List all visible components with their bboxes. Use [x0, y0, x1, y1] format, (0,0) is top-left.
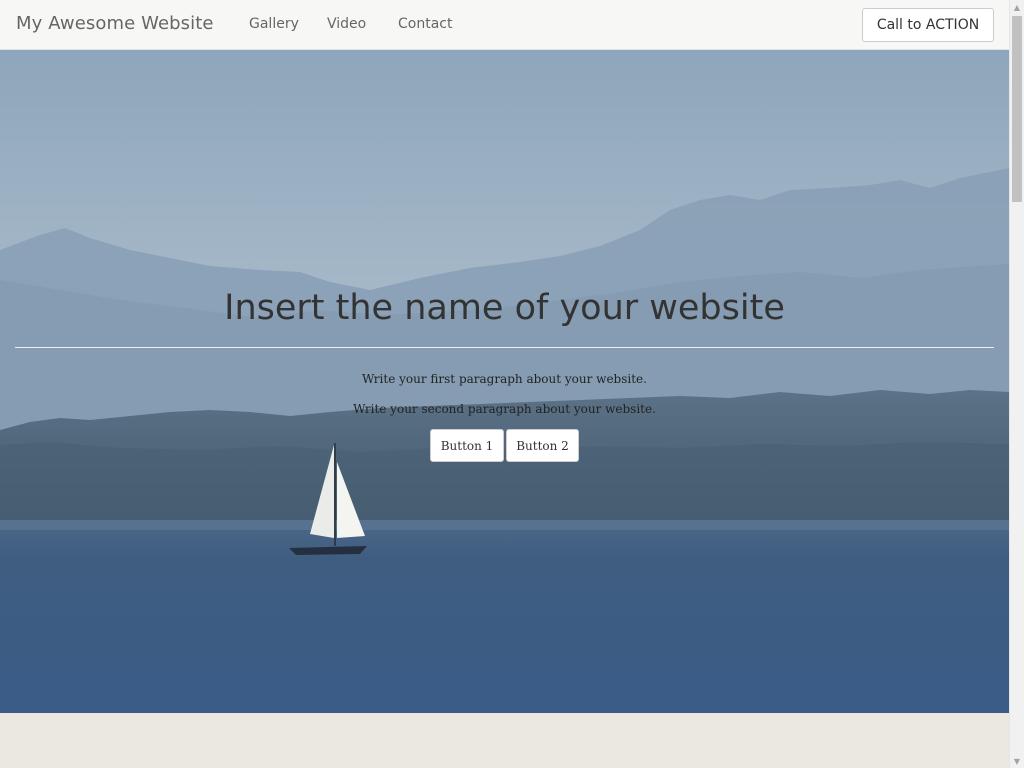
- hero-title: Insert the name of your website: [224, 288, 785, 328]
- button-1[interactable]: Button 1: [430, 429, 504, 462]
- button-2[interactable]: Button 2: [506, 429, 579, 462]
- page: My Awesome Website Gallery Video Contact…: [0, 0, 1009, 768]
- call-to-action-button[interactable]: Call to ACTION: [862, 8, 994, 42]
- hero-section: Insert the name of your website Write yo…: [0, 50, 1009, 713]
- scroll-down-arrow-icon[interactable]: ▼: [1010, 754, 1024, 768]
- nav-link-video[interactable]: Video: [327, 16, 366, 32]
- scroll-up-arrow-icon[interactable]: ▲: [1010, 0, 1024, 14]
- brand-link[interactable]: My Awesome Website: [16, 13, 214, 34]
- nav-link-contact[interactable]: Contact: [398, 16, 452, 32]
- page-scrollbar[interactable]: ▲ ▼: [1009, 0, 1024, 768]
- hero-paragraph-2: Write your second paragraph about your w…: [353, 402, 656, 416]
- scrollbar-thumb[interactable]: [1012, 16, 1022, 202]
- hero-divider: [15, 347, 994, 348]
- content-section: [0, 713, 1009, 768]
- nav-link-gallery[interactable]: Gallery: [249, 16, 299, 32]
- hero-paragraph-1: Write your first paragraph about your we…: [362, 372, 647, 386]
- navbar: My Awesome Website Gallery Video Contact…: [0, 0, 1009, 50]
